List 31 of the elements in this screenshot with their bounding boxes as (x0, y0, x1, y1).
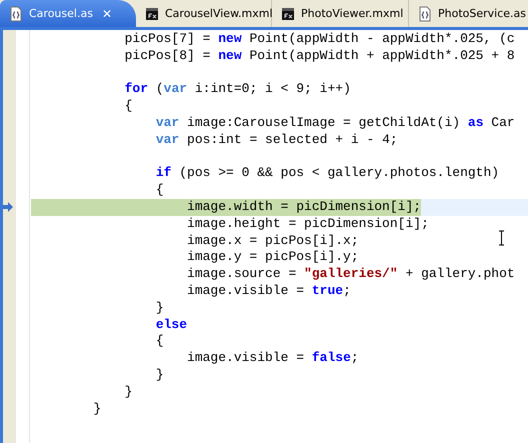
code-line: image.visible = true; (186, 282, 351, 300)
code-line: { (154, 182, 164, 199)
close-icon[interactable]: ✕ (102, 6, 112, 20)
file-icon (280, 6, 296, 22)
code-line: var image:CarouselImage = getChildAt(i) as Car (154, 114, 515, 132)
code-line: } (154, 366, 164, 384)
code-line: image.visible = false; (186, 350, 359, 367)
code-line: image.y = picPos[i].y; (186, 249, 359, 266)
code-line: picPos[8] = new Point(appWidth + appWidth*.025 + 8 (124, 48, 515, 65)
editor-tab[interactable]: PhotoViewer.mxml (272, 0, 409, 27)
code-line: if (pos >= 0 && pos < gallery.photos.length) (154, 165, 500, 182)
code-line: { (124, 98, 132, 115)
code-line: var pos:int = selected + i - 4; (154, 132, 398, 149)
file-icon (144, 6, 160, 22)
code-line: } (124, 384, 132, 401)
code-line: } (154, 300, 164, 317)
text-cursor-icon (498, 230, 505, 246)
code-line: image.x = picPos[i].x; (186, 232, 359, 250)
code-line: for (var i:int=0; i < 9; i++) (124, 81, 351, 98)
code-line: } (92, 400, 102, 418)
code-line: { (154, 333, 164, 350)
file-icon (417, 6, 433, 22)
editor-tab[interactable]: CarouselView.mxml (136, 0, 272, 27)
code-line: else (154, 316, 188, 334)
code-line: image.height = picDimension[i]; (186, 216, 429, 233)
instruction-pointer-icon (3, 202, 13, 212)
editor-tab[interactable]: Carousel.as ✕ (0, 0, 136, 27)
file-icon (8, 6, 24, 22)
code-line: image.source = "galleries/" + gallery.phot (186, 266, 515, 283)
editor-tab[interactable]: PhotoService.as (409, 0, 528, 27)
code-line: picPos[7] = new Point(appWidth - appWidth*.025, (c (124, 31, 515, 48)
